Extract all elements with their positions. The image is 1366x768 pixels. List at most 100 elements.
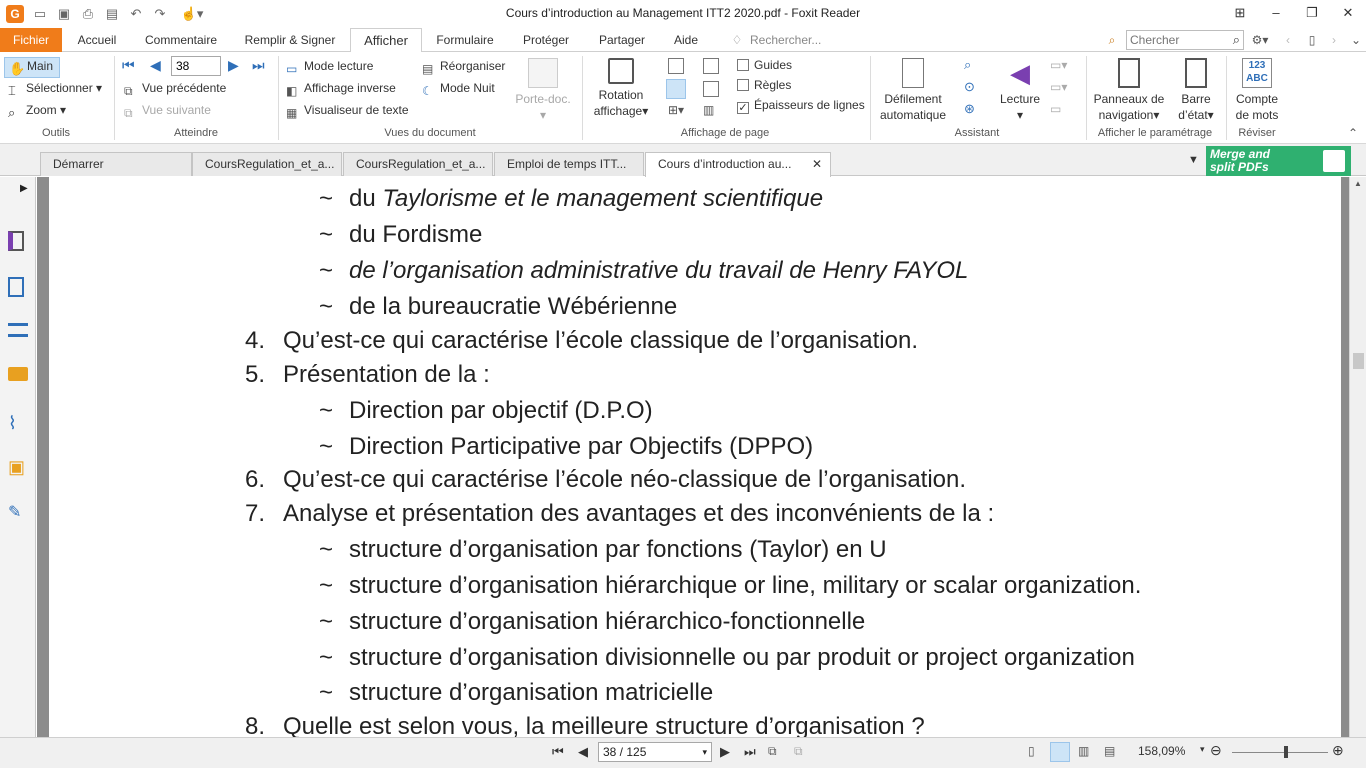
status-last-page-icon[interactable]: ⏭ [744,744,756,760]
tab-demarrer[interactable]: Démarrer [40,152,192,176]
nav-forward-icon[interactable]: › [1326,28,1342,52]
zoom-tool-button[interactable]: ⌕ Zoom ▾ [8,103,66,120]
rotate-view-button[interactable]: Rotation affichage▾ [588,58,654,119]
find-icon[interactable]: ⌕ [1102,28,1122,52]
page-number-input[interactable] [171,56,221,76]
security-lock-icon[interactable]: ▣ [8,457,28,477]
close-tab-icon[interactable]: ✕ [812,153,822,175]
minimize-button[interactable]: – [1258,0,1294,26]
menu-afficher[interactable]: Afficher [350,28,422,53]
comments-icon[interactable] [8,367,28,381]
search-box[interactable]: ⌕ [1126,30,1244,50]
next-view-button[interactable]: ⧉ Vue suivante [124,103,211,120]
rules-check[interactable] [737,79,749,91]
expand-panel-icon[interactable]: ▶ [20,183,28,194]
text-viewer-button[interactable]: ▦ Visualiseur de texte [286,103,409,120]
main-tool-button[interactable]: ✋ Main [4,57,61,78]
next-page-icon[interactable]: ▶ [228,57,239,74]
separate-cover-icon[interactable]: ⊞▾ [668,103,692,119]
settings-icon[interactable]: ⚙▾ [1248,28,1272,52]
menu-formulaire[interactable]: Formulaire [428,28,502,52]
document-viewer[interactable]: ~ du Taylorisme et le management scientif… [37,177,1349,737]
read-rate-icon[interactable]: ▭▾ [1050,80,1067,94]
menu-remplir-signer[interactable]: Remplir & Signer [234,28,346,52]
bookmarks-icon[interactable] [8,231,24,251]
continuous-facing-icon[interactable] [703,81,719,97]
menu-aide[interactable]: Aide [664,28,708,52]
ribbon-expand-icon[interactable]: ⌄ [1348,28,1364,52]
guides-checkbox[interactable]: Guides [737,58,792,72]
zoom-out-icon[interactable]: ⊖ [1210,742,1222,759]
restore-panels-icon[interactable]: ⊞ [1222,0,1258,26]
page-field-dropdown-icon[interactable]: ▾ [702,743,707,761]
zoom-slider[interactable] [1232,752,1328,753]
auto-scroll-button[interactable]: Défilement automatique [876,58,950,123]
guides-check[interactable] [737,59,749,71]
menu-proteger[interactable]: Protéger [510,28,582,52]
inverse-display-button[interactable]: ◧ Affichage inverse [286,81,396,98]
text-flow-icon[interactable]: ▥ [703,103,719,119]
collapse-ribbon-icon[interactable]: ⌃ [1348,126,1358,140]
status-first-page-icon[interactable]: ⏮ [552,744,564,760]
continuous-page-icon[interactable] [666,79,686,99]
tab-cours-introduction[interactable]: Cours d’introduction au... ✕ [645,152,831,177]
last-page-icon[interactable]: ⏭ [252,57,265,74]
nav-back-icon[interactable]: ‹ [1280,28,1296,52]
tab-cours-regulation-1[interactable]: CoursRegulation_et_a... [192,152,342,176]
tab-cours-regulation-2[interactable]: CoursRegulation_et_a... [343,152,493,176]
first-page-icon[interactable]: ⏮ [122,57,135,74]
select-tool-button[interactable]: ⌶ Sélectionner ▾ [8,81,102,98]
zoom-dropdown-icon[interactable]: ▾ [1200,744,1205,755]
merge-split-ad[interactable]: Merge and split PDFs [1206,146,1351,176]
pages-icon[interactable] [8,277,24,297]
status-next-view-icon[interactable]: ⧉ [794,744,803,759]
nav-panels-button[interactable]: Panneaux de navigation▾ [1090,58,1168,123]
zoom-value[interactable]: 158,09% [1138,744,1185,758]
status-continuous-icon[interactable] [1050,742,1070,762]
status-page-field[interactable]: 38 / 125 ▾ [598,742,712,762]
line-weights-check[interactable]: ✓ [737,102,749,114]
facing-page-icon[interactable] [703,58,719,74]
portfolio-button[interactable]: Porte-doc. ▾ [512,58,574,123]
search-icon[interactable]: ⌕ [1233,32,1240,48]
single-page-icon[interactable] [668,58,684,74]
loupe-icon[interactable]: ⊙ [964,79,975,95]
status-bar-button[interactable]: Barre d’état▾ [1170,58,1222,123]
menu-partager[interactable]: Partager [590,28,654,52]
tell-me-search[interactable]: Rechercher... [750,28,830,52]
marquee-icon[interactable]: ⊛ [964,101,975,117]
reorganize-button[interactable]: ▤ Réorganiser [422,59,505,76]
layers-icon[interactable] [8,323,28,337]
read-volume-icon[interactable]: ▭ [1050,102,1061,116]
menu-fichier[interactable]: Fichier [0,28,62,52]
status-facing-icon[interactable]: ▥ [1078,744,1089,758]
read-mode-button[interactable]: ▭ Mode lecture [286,59,373,76]
vertical-scrollbar[interactable]: ▲ [1349,177,1366,737]
zoom-in-icon[interactable]: ⊕ [1332,742,1344,759]
tab-list-dropdown-icon[interactable]: ▼ [1188,154,1199,166]
menu-accueil[interactable]: Accueil [66,28,128,52]
tab-emploi-du-temps[interactable]: Emploi de temps ITT... [494,152,644,176]
night-mode-button[interactable]: ☾ Mode Nuit [422,81,495,98]
scrollbar-thumb[interactable] [1353,353,1364,369]
line-weights-checkbox[interactable]: ✓ Épaisseurs de lignes [737,98,865,114]
status-continuous-facing-icon[interactable]: ▤ [1104,744,1115,758]
close-button[interactable]: ✕ [1330,0,1366,26]
read-options-icon[interactable]: ▭▾ [1050,58,1067,72]
search-input[interactable] [1127,31,1223,49]
read-aloud-button[interactable]: ◀ Lecture ▾ [996,58,1044,123]
maximize-button[interactable]: ❐ [1294,0,1330,26]
status-previous-view-icon[interactable]: ⧉ [768,744,777,759]
menu-commentaire[interactable]: Commentaire [134,28,228,52]
status-single-page-icon[interactable]: ▯ [1028,744,1035,758]
page-icon[interactable]: ▯ [1304,28,1320,52]
rules-checkbox[interactable]: Règles [737,78,791,92]
word-count-button[interactable]: 123 ABC Compte de mots [1230,58,1284,123]
attachments-icon[interactable]: ⌇ [8,413,28,433]
prev-page-icon[interactable]: ◀ [150,57,161,74]
magnifier-icon[interactable]: ⌕ [964,57,971,73]
status-next-page-icon[interactable]: ▶ [720,744,730,760]
zoom-slider-thumb[interactable] [1284,746,1288,758]
scroll-up-icon[interactable]: ▲ [1354,179,1362,188]
status-prev-page-icon[interactable]: ◀ [578,744,588,760]
